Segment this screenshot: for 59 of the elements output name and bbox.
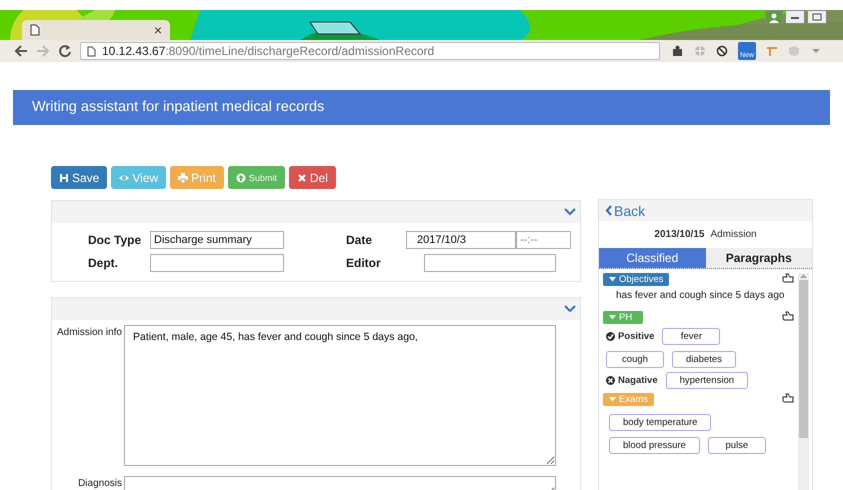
record-type: Admission — [710, 229, 757, 240]
eye-icon — [119, 172, 130, 182]
term-tag[interactable]: fever — [662, 328, 720, 345]
back-link[interactable]: Back — [605, 202, 646, 218]
tab[interactable]: Classified — [599, 248, 706, 268]
minimize-icon[interactable] — [785, 10, 805, 24]
tab[interactable]: Paragraphs — [706, 248, 812, 268]
page-title: Writing assistant for inpatient medical records — [31, 98, 324, 117]
check-circle-icon — [606, 332, 615, 341]
caret-down-icon — [609, 277, 616, 282]
field-label: Dept. — [88, 256, 119, 270]
text-field[interactable] — [150, 254, 284, 272]
pointing-hand-icon[interactable] — [782, 273, 794, 283]
blocked-icon[interactable] — [716, 45, 728, 57]
close-icon[interactable]: × — [154, 22, 162, 38]
back-icon[interactable] — [14, 44, 28, 58]
section-header[interactable]: Objectives — [603, 273, 670, 286]
browser-tab[interactable]: × — [22, 20, 170, 40]
text-field[interactable]: Discharge summary — [150, 230, 284, 248]
address-field[interactable]: 10.12.43.67:8090/timeLine/dischargeRecord/admissionRecord — [80, 42, 660, 60]
field-label: Editor — [346, 256, 382, 270]
group-label: Positive — [618, 331, 654, 342]
maximize-icon[interactable] — [807, 10, 827, 24]
date-field[interactable]: 2017/10/3 — [406, 230, 516, 248]
term-tag[interactable]: blood pressure — [609, 437, 700, 454]
text-field[interactable] — [424, 254, 556, 272]
time-field[interactable]: --:-- — [516, 230, 571, 248]
group-label: Nagative — [618, 375, 658, 386]
admission-field[interactable]: Patient, male, age 45, has fever and cough since 5 days ago, — [124, 325, 556, 466]
delete-button[interactable]: Del — [288, 166, 336, 189]
chevron-left-icon — [605, 205, 612, 216]
term-tag[interactable]: hypertension — [666, 372, 748, 389]
printer-icon — [178, 172, 188, 182]
caret-down-icon — [609, 397, 616, 402]
record-date: 2013/10/15 — [654, 229, 704, 240]
field-label: Diagnosis — [77, 477, 123, 490]
user-icon[interactable] — [765, 10, 783, 24]
term-tag[interactable]: body temperature — [609, 414, 712, 431]
summary-text: has fever and cough since 5 days ago — [615, 290, 786, 301]
pointing-hand-icon[interactable] — [782, 311, 794, 321]
puzzle-icon[interactable] — [672, 45, 684, 57]
cross-circle-icon — [606, 376, 615, 385]
reload-icon[interactable] — [58, 44, 72, 58]
save-button[interactable]: Save — [51, 166, 108, 189]
term-tag[interactable]: diabetes — [672, 351, 736, 368]
chevron-down-icon[interactable] — [564, 208, 576, 216]
pointing-hand-icon[interactable] — [782, 393, 794, 403]
upload-icon — [236, 172, 246, 182]
scrollbar[interactable] — [798, 273, 809, 490]
field-label: Admission info — [56, 326, 123, 340]
chevron-down-icon[interactable] — [564, 305, 576, 313]
caret-down-icon — [609, 315, 616, 320]
close-icon — [296, 172, 307, 182]
page-icon — [87, 46, 96, 56]
field-label: Doc Type — [88, 232, 142, 246]
field-label: Date — [346, 232, 374, 246]
term-tag[interactable]: pulse — [708, 437, 766, 454]
up-arrow-icon — [800, 273, 807, 278]
term-tag[interactable]: cough — [606, 351, 664, 368]
